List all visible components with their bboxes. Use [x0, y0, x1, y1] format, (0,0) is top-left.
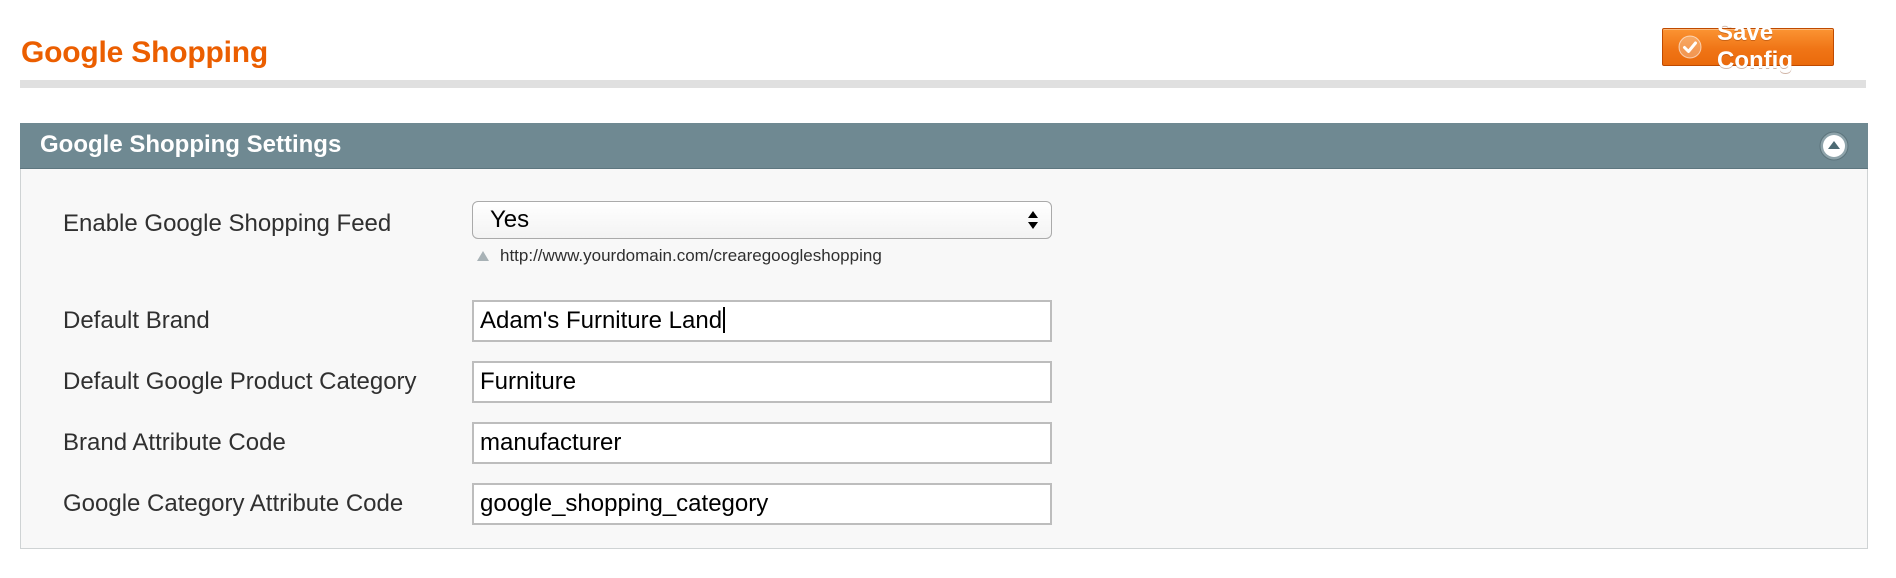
- category-attribute-value: google_shopping_category: [480, 490, 769, 517]
- feed-url-text: http://www.yourdomain.com/crearegooglesh…: [500, 246, 882, 265]
- category-attribute-label: Google Category Attribute Code: [63, 490, 404, 517]
- enable-feed-select[interactable]: Yes: [472, 201, 1052, 239]
- page-title: Google Shopping: [21, 36, 268, 69]
- feed-url-note: http://www.yourdomain.com/crearegooglesh…: [476, 246, 882, 266]
- default-brand-label: Default Brand: [63, 307, 210, 334]
- default-category-value: Furniture: [480, 368, 577, 395]
- check-circle-icon: [1677, 34, 1703, 60]
- brand-attribute-input[interactable]: manufacturer: [472, 422, 1052, 464]
- chevron-up-circle-icon[interactable]: [1818, 130, 1850, 162]
- save-config-button[interactable]: Save Config: [1662, 19, 1834, 74]
- enable-feed-value: Yes: [490, 206, 530, 233]
- default-brand-input[interactable]: Adam's Furniture Land: [472, 300, 1052, 342]
- enable-feed-label: Enable Google Shopping Feed: [63, 210, 392, 237]
- brand-attribute-value: manufacturer: [480, 429, 622, 456]
- default-brand-value: Adam's Furniture Land: [480, 307, 723, 334]
- section-title: Google Shopping Settings: [40, 131, 342, 158]
- default-category-input[interactable]: Furniture: [472, 361, 1052, 403]
- settings-section: Google Shopping Settings Enable Google S…: [20, 123, 1868, 549]
- up-down-arrows-icon: [1027, 209, 1039, 231]
- title-divider: [20, 80, 1866, 88]
- brand-attribute-label: Brand Attribute Code: [63, 429, 286, 456]
- save-config-label: Save Config: [1717, 19, 1793, 74]
- triangle-up-icon: [476, 250, 490, 262]
- category-attribute-input[interactable]: google_shopping_category: [472, 483, 1052, 525]
- default-category-label: Default Google Product Category: [63, 368, 417, 395]
- section-header[interactable]: Google Shopping Settings: [20, 123, 1868, 169]
- text-cursor: [723, 307, 725, 333]
